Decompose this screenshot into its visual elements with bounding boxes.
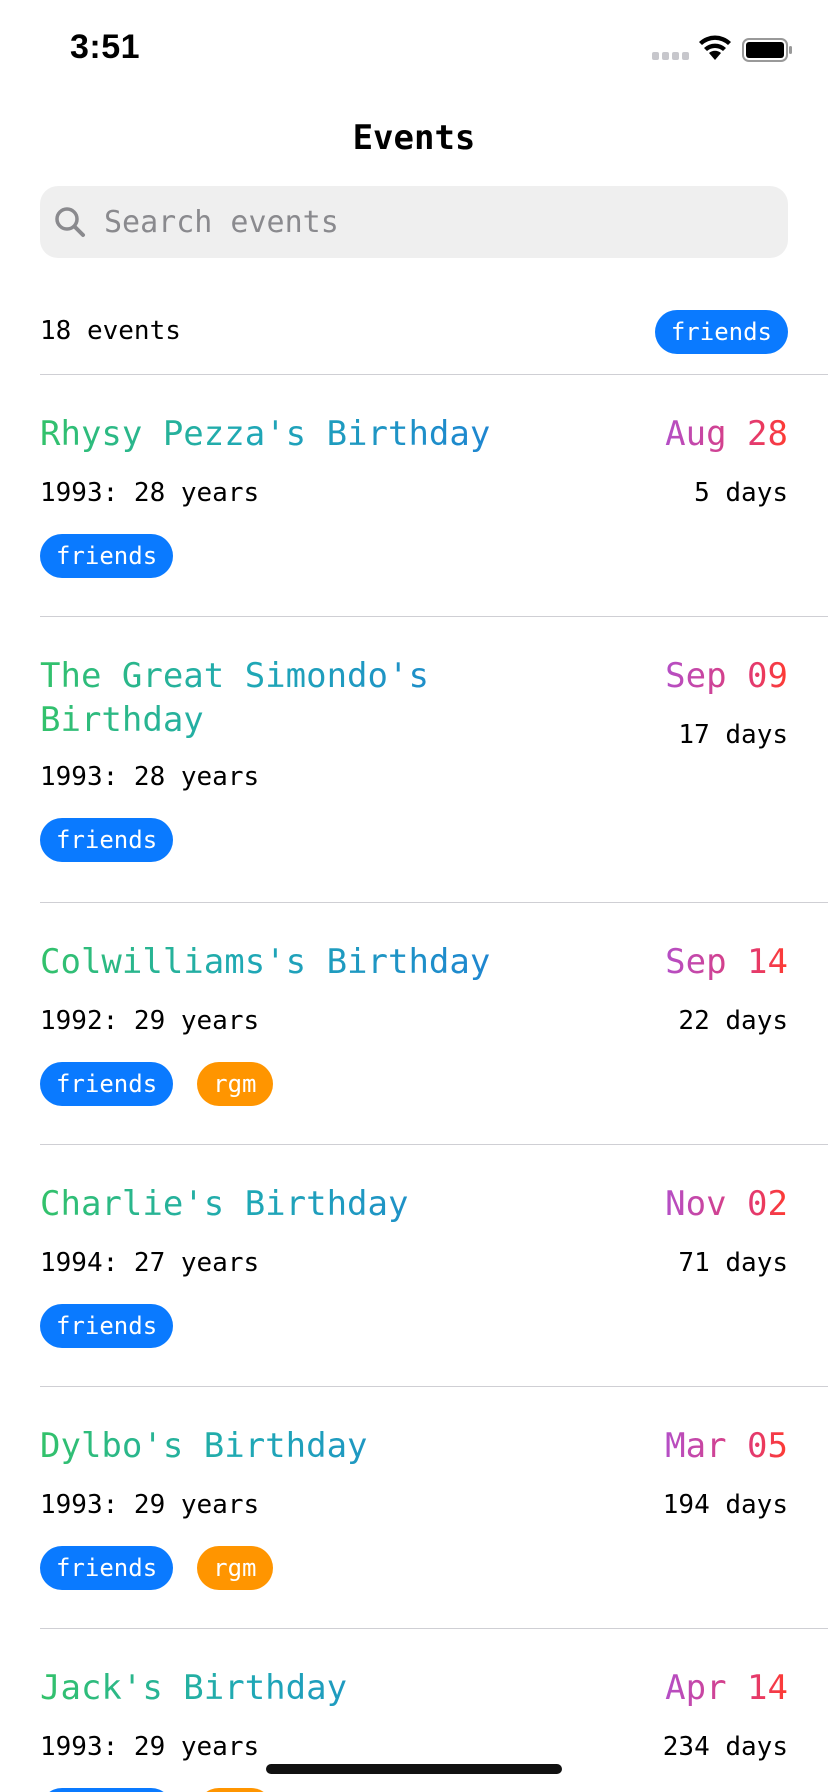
event-name: Charlie's Birthday	[40, 1182, 540, 1226]
event-days-remaining: 234 days	[662, 1732, 788, 1762]
event-row[interactable]: Dylbo's Birthday Mar 05 1993: 29 years 1…	[40, 1424, 788, 1594]
search-icon	[55, 207, 85, 237]
tag-list: friends rgm	[40, 1788, 273, 1792]
divider	[40, 374, 828, 375]
event-name: Colwilliams's Birthday	[40, 940, 540, 984]
tag-rgm[interactable]: rgm	[197, 1788, 273, 1792]
tag-friends[interactable]: friends	[40, 1062, 174, 1106]
event-name: Dylbo's Birthday	[40, 1424, 540, 1468]
event-date: Sep 09	[665, 656, 788, 696]
event-years: 1993: 29 years	[40, 1732, 260, 1762]
divider	[40, 1628, 828, 1629]
tag-friends[interactable]: friends	[40, 1304, 174, 1348]
tag-list: friends rgm	[40, 1062, 273, 1106]
event-name: Rhysy Pezza's Birthday	[40, 412, 540, 456]
event-years: 1993: 28 years	[40, 478, 260, 508]
event-row[interactable]: The Great Simondo's Birthday Sep 09 1993…	[40, 654, 788, 866]
event-date: Mar 05	[665, 1426, 788, 1466]
event-date: Nov 02	[665, 1184, 788, 1224]
event-days-remaining: 194 days	[662, 1490, 788, 1520]
event-date: Sep 14	[665, 942, 788, 982]
divider	[40, 616, 828, 617]
tag-rgm[interactable]: rgm	[197, 1546, 273, 1590]
wifi-icon	[699, 35, 731, 60]
divider	[40, 902, 828, 903]
tag-list: friends	[40, 1304, 174, 1348]
event-days-remaining: 17 days	[678, 720, 788, 750]
filter-chip-friends[interactable]: friends	[654, 310, 788, 354]
event-years: 1993: 29 years	[40, 1490, 260, 1520]
event-row[interactable]: Rhysy Pezza's Birthday Aug 28 1993: 28 y…	[40, 412, 788, 582]
tag-list: friends rgm	[40, 1546, 273, 1590]
tag-rgm[interactable]: rgm	[197, 1062, 273, 1106]
event-date: Aug 28	[665, 414, 788, 454]
event-years: 1992: 29 years	[40, 1006, 260, 1036]
event-name: The Great Simondo's Birthday	[40, 654, 540, 742]
event-row[interactable]: Charlie's Birthday Nov 02 1994: 27 years…	[40, 1182, 788, 1352]
event-days-remaining: 71 days	[678, 1248, 788, 1278]
tag-friends[interactable]: friends	[40, 1788, 174, 1792]
page-title: Events	[352, 118, 476, 158]
search-bar[interactable]	[40, 186, 788, 258]
event-count: 18 events	[40, 316, 181, 346]
event-days-remaining: 22 days	[678, 1006, 788, 1036]
event-days-remaining: 5 days	[694, 478, 788, 508]
tag-list: friends	[40, 818, 174, 862]
status-time: 3:51	[70, 28, 141, 66]
event-years: 1994: 27 years	[40, 1248, 260, 1278]
event-row[interactable]: Colwilliams's Birthday Sep 14 1992: 29 y…	[40, 940, 788, 1110]
cellular-signal-icon	[652, 52, 689, 60]
battery-icon	[742, 38, 792, 62]
event-years: 1993: 28 years	[40, 762, 260, 792]
event-date: Apr 14	[665, 1668, 788, 1708]
search-input[interactable]	[96, 186, 784, 258]
divider	[40, 1144, 828, 1145]
status-bar: 3:51	[0, 0, 828, 100]
event-name: Jack's Birthday	[40, 1666, 540, 1710]
divider	[40, 1386, 828, 1387]
tag-list: friends	[40, 534, 174, 578]
tag-friends[interactable]: friends	[40, 534, 174, 578]
home-indicator[interactable]	[266, 1764, 562, 1774]
tag-friends[interactable]: friends	[40, 818, 174, 862]
tag-friends[interactable]: friends	[40, 1546, 174, 1590]
